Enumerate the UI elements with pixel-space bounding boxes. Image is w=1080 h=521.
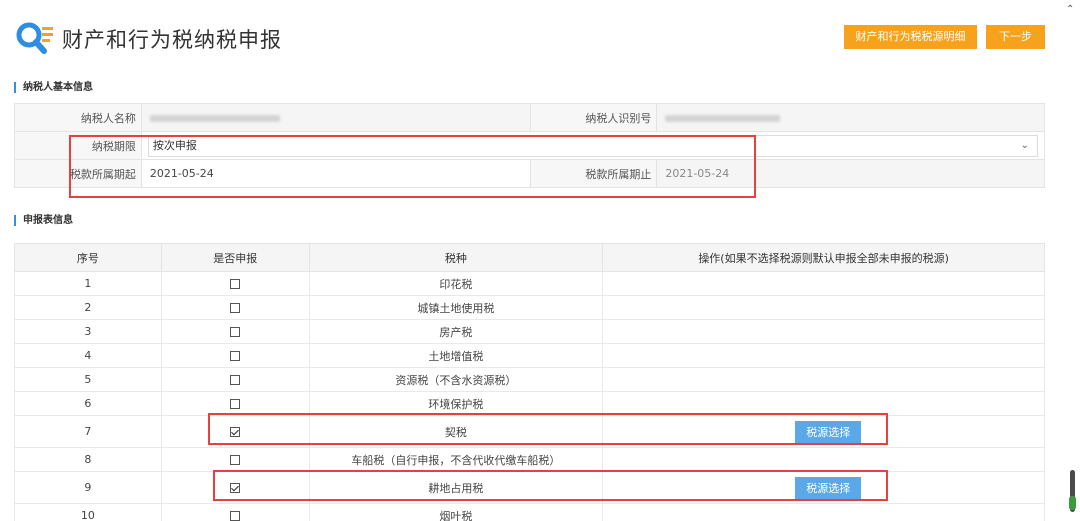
tax-type: 契税	[308, 415, 604, 448]
tax-type: 车船税（自行申报，不含代收代缴车船税）	[308, 447, 604, 472]
row-number: 1	[14, 271, 162, 296]
end-date-value: 2021-05-24	[656, 159, 1045, 188]
table-row: 3 房产税	[14, 319, 1045, 344]
tax-type: 耕地占用税	[308, 471, 604, 504]
column-header-declare: 是否申报	[160, 243, 310, 272]
taxpayer-name-label: 纳税人名称	[14, 103, 142, 132]
declare-checkbox[interactable]	[230, 399, 241, 409]
table-row: 9 耕地占用税 税源选择	[14, 471, 1045, 504]
chevron-down-icon: ⌄	[1020, 139, 1029, 151]
declare-checkbox-checked[interactable]	[230, 427, 241, 437]
tax-type: 土地增值税	[308, 343, 604, 368]
column-header-no: 序号	[14, 243, 162, 272]
tax-type: 环境保护税	[308, 391, 604, 416]
scroll-indicator	[1069, 496, 1076, 510]
row-number: 4	[14, 343, 162, 368]
table-row: 5 资源税（不含水资源税）	[14, 367, 1045, 392]
start-date-value: 2021-05-24	[140, 159, 531, 188]
taxpayer-info-table: 纳税人名称 纳税人识别号 纳税期限 按次申报 ⌄ 税款所属期起 2021-05-…	[14, 103, 1046, 188]
row-number: 5	[14, 367, 162, 392]
next-step-button[interactable]: 下一步	[986, 25, 1045, 49]
declare-checkbox[interactable]	[230, 303, 241, 313]
row-number: 7	[14, 415, 162, 448]
row-number: 6	[14, 391, 162, 416]
start-date-label: 税款所属期起	[14, 159, 142, 188]
table-row: 4 土地增值税	[14, 343, 1045, 368]
tax-type: 房产税	[308, 319, 604, 344]
column-header-action: 操作(如果不选择税源则默认申报全部未申报的税源)	[602, 243, 1045, 272]
report-table: 序号 是否申报 税种 操作(如果不选择税源则默认申报全部未申报的税源) 1 印花…	[14, 243, 1045, 521]
table-row: 10 烟叶税	[14, 503, 1045, 521]
taxpayer-name-value	[140, 103, 531, 132]
period-select[interactable]: 按次申报 ⌄	[147, 134, 1038, 157]
declare-checkbox-checked[interactable]	[230, 483, 241, 493]
vertical-scrollbar[interactable]: ⌃	[1063, 0, 1080, 521]
tax-type: 烟叶税	[308, 503, 604, 521]
taxpayer-id-label: 纳税人识别号	[529, 103, 658, 132]
tax-source-select-button[interactable]: 税源选择	[795, 476, 862, 499]
tax-type: 印花税	[308, 271, 604, 296]
declare-checkbox[interactable]	[230, 351, 241, 361]
row-number: 3	[14, 319, 162, 344]
period-label: 纳税期限	[14, 131, 142, 160]
table-row: 2 城镇土地使用税	[14, 295, 1045, 320]
column-header-tax-type: 税种	[308, 243, 604, 272]
table-row: 1 印花税	[14, 271, 1045, 296]
taxpayer-id-value	[656, 103, 1045, 132]
declare-checkbox[interactable]	[230, 279, 241, 289]
period-select-value: 按次申报	[152, 138, 197, 152]
page-header: 财产和行为税纳税申报 财产和行为税税源明细 下一步	[0, 0, 1060, 70]
declare-checkbox[interactable]	[230, 375, 241, 385]
row-number: 10	[14, 503, 162, 521]
basic-info-section-title: 纳税人基本信息	[14, 82, 93, 93]
row-number: 9	[14, 471, 162, 504]
declare-checkbox[interactable]	[230, 511, 241, 521]
scroll-up-arrow-icon[interactable]: ⌃	[1066, 4, 1074, 15]
row-number: 8	[14, 447, 162, 472]
report-info-section-title: 申报表信息	[14, 215, 73, 226]
table-row: 8 车船税（自行申报，不含代收代缴车船税）	[14, 447, 1045, 472]
tax-source-select-button[interactable]: 税源选择	[795, 420, 862, 443]
page-title: 财产和行为税纳税申报	[62, 28, 282, 52]
declare-checkbox[interactable]	[230, 455, 241, 465]
tax-source-detail-button[interactable]: 财产和行为税税源明细	[844, 25, 977, 49]
search-document-icon	[16, 22, 53, 54]
end-date-label: 税款所属期止	[529, 159, 658, 188]
tax-type: 资源税（不含水资源税）	[308, 367, 604, 392]
table-row: 7 契税 税源选择	[14, 415, 1045, 448]
table-row: 6 环境保护税	[14, 391, 1045, 416]
row-number: 2	[14, 295, 162, 320]
tax-type: 城镇土地使用税	[308, 295, 604, 320]
declare-checkbox[interactable]	[230, 327, 241, 337]
